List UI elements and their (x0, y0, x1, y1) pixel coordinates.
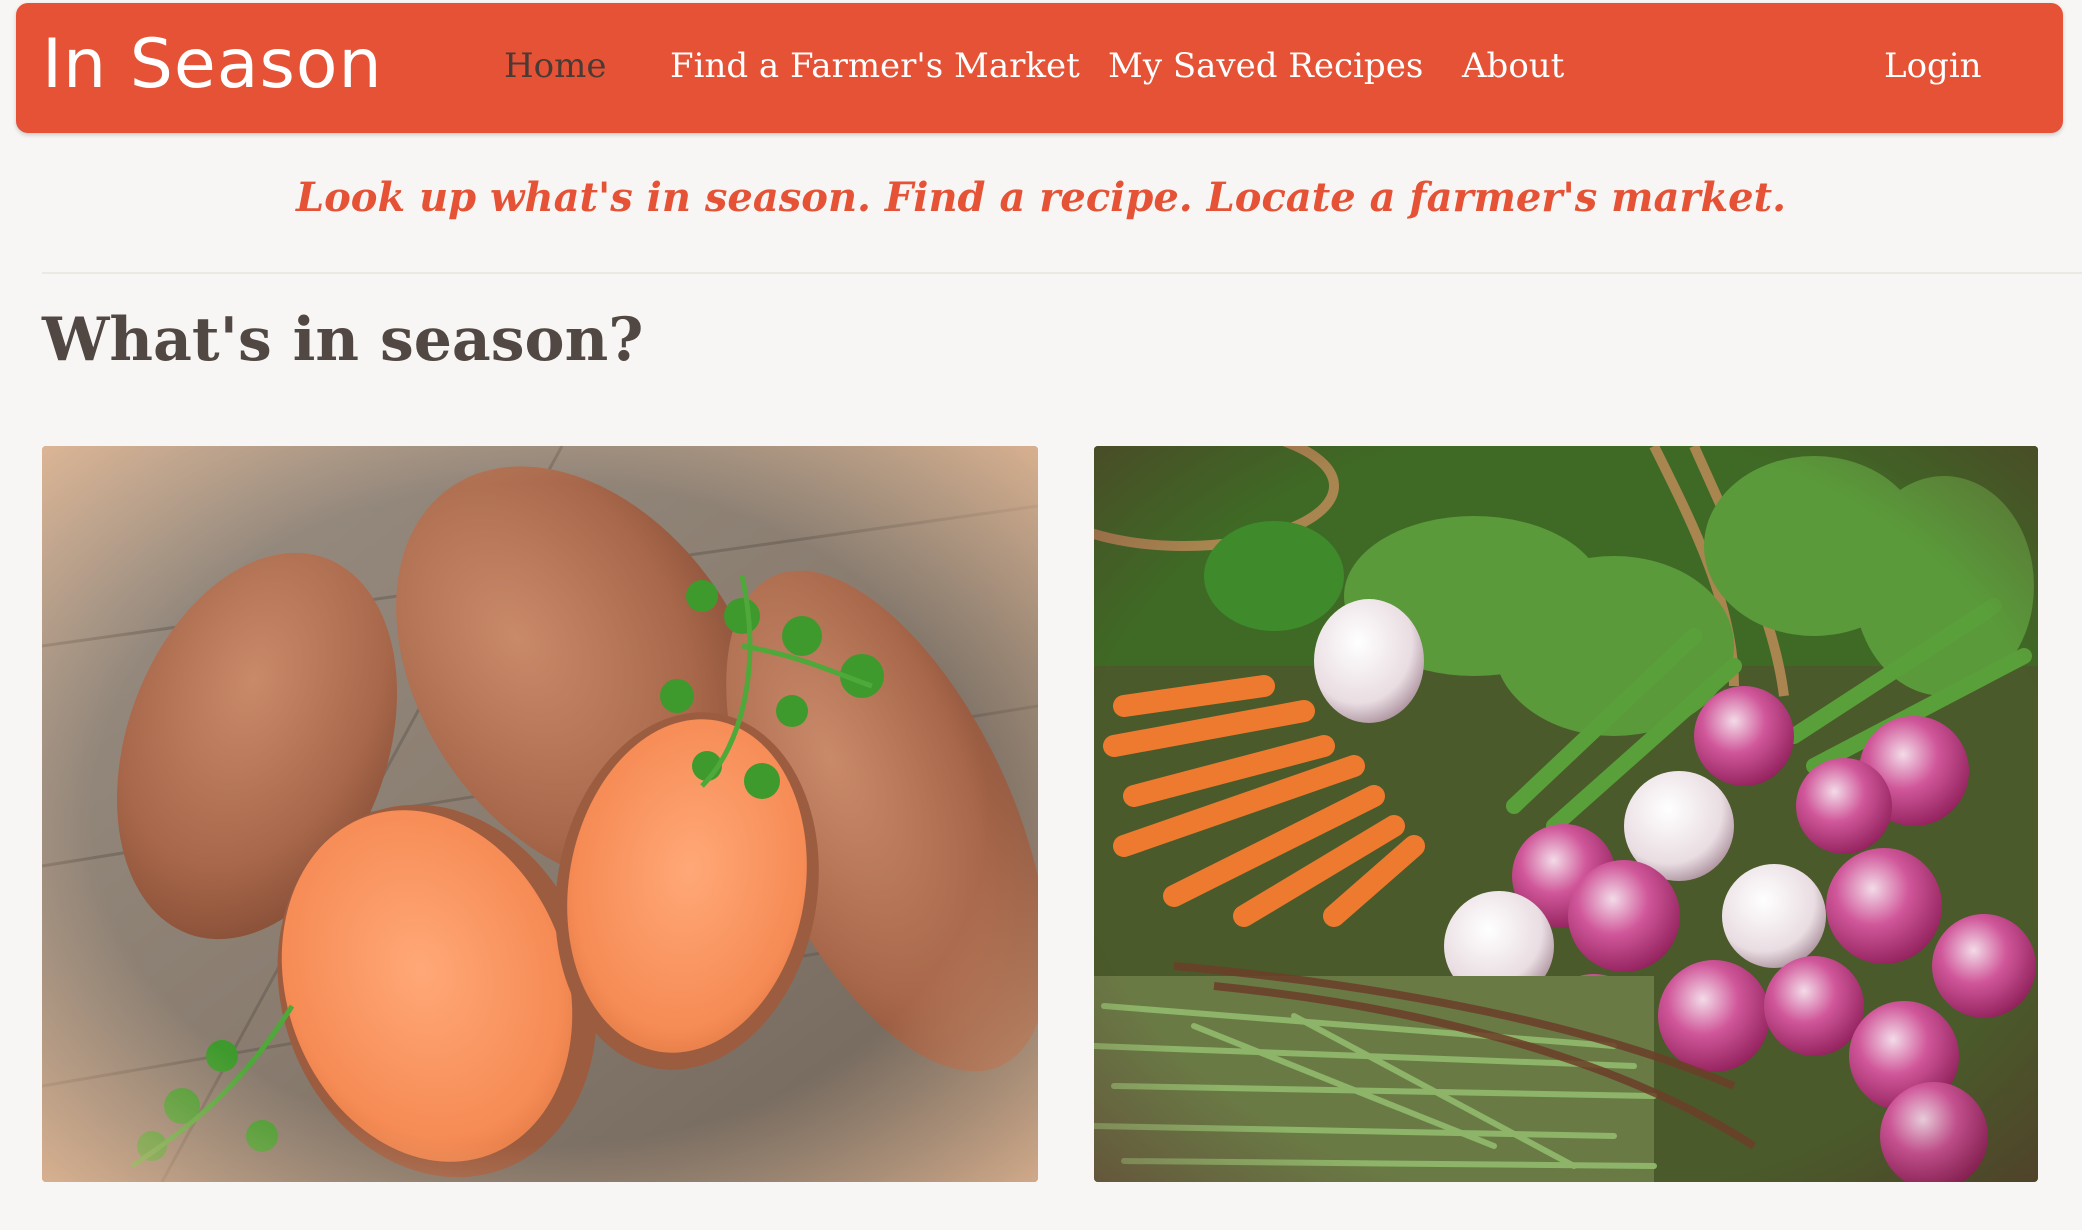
vegetables-illustration (1094, 446, 2038, 1182)
sweet-potatoes-image[interactable] (42, 446, 1038, 1182)
tagline: Look up what's in season. Find a recipe.… (295, 174, 1787, 221)
top-navbar: In Season Home Find a Farmer's Market My… (16, 3, 2063, 133)
sweet-potatoes-illustration (42, 446, 1038, 1182)
nav-item-about[interactable]: About (1462, 41, 1564, 91)
farmers-market-vegetables-image[interactable] (1094, 446, 2038, 1182)
nav-item-home[interactable]: Home (504, 41, 606, 91)
brand-logo[interactable]: In Season (42, 17, 383, 113)
section-title: What's in season? (42, 305, 644, 375)
nav-item-my-saved-recipes[interactable]: My Saved Recipes (1108, 41, 1423, 91)
nav-item-find-farmers-market[interactable]: Find a Farmer's Market (670, 41, 1080, 91)
login-link[interactable]: Login (1884, 41, 1982, 91)
section-divider (42, 272, 2082, 274)
